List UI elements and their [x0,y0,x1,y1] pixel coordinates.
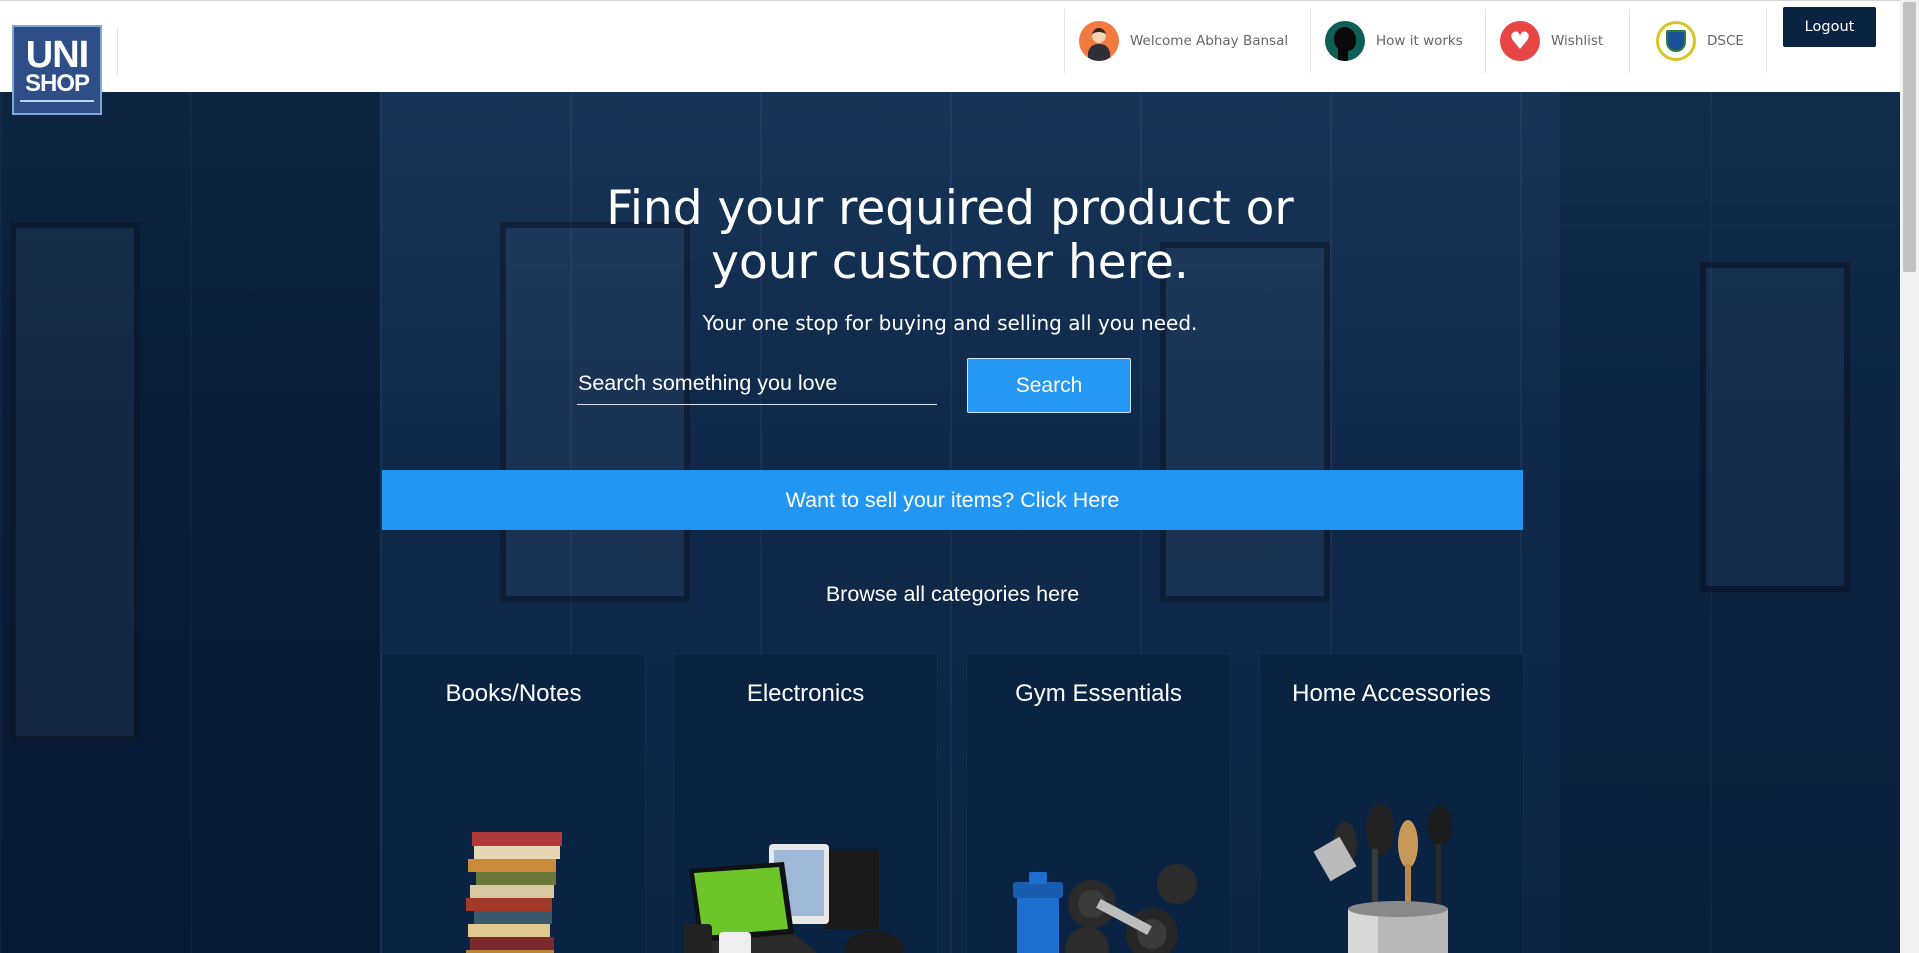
category-card-home[interactable]: Home Accessories [1260,654,1523,953]
browse-categories-heading: Browse all categories here [825,582,1080,606]
hero-title-line-1: Find your required product or [606,181,1294,236]
hero-section: Find your required product or your custo… [0,92,1900,953]
hero-title-line-2: your customer here. [711,235,1189,290]
kitchen-utensils-icon [1313,803,1452,953]
head-thinking-icon [1325,21,1365,61]
category-card-books[interactable]: Books/Notes [382,654,645,953]
scrollbar-thumb[interactable] [1903,2,1916,272]
sell-items-label: Want to sell your items? Click Here [785,487,1120,512]
background-window [10,222,140,742]
nav-welcome-user[interactable]: Welcome Abhay Bansal [1064,9,1310,73]
nav-divider [1766,9,1767,73]
logo-text-uni: UNI [25,34,89,76]
nav-how-it-works[interactable]: How it works [1310,9,1485,73]
college-emblem-icon [1656,21,1696,61]
nav-wishlist[interactable]: ♥ Wishlist [1485,9,1629,73]
category-card-electronics[interactable]: Electronics [674,654,937,953]
user-avatar-icon [1079,21,1119,61]
background-window [1160,242,1330,602]
logo-underline [20,100,94,102]
how-it-works-label: How it works [1376,33,1463,49]
unishop-logo[interactable]: UNI SHOP [12,25,102,115]
category-card-gym[interactable]: Gym Essentials [967,654,1230,953]
heart-icon: ♥ [1500,21,1540,61]
sell-items-button[interactable]: Want to sell your items? Click Here [382,470,1523,530]
category-title: Home Accessories [1292,680,1491,707]
logo-divider [117,28,118,76]
category-title: Books/Notes [445,680,582,707]
category-title: Gym Essentials [1015,680,1182,707]
background-wall-right [1560,92,1900,953]
logo-text-shop: SHOP [24,70,90,97]
electronics-icon [684,844,904,953]
books-stack-icon [466,832,562,953]
welcome-text: Welcome Abhay Bansal [1130,33,1289,49]
logout-button[interactable]: Logout [1783,7,1876,47]
top-navigation-bar: Welcome Abhay Bansal How it works ♥ Wish… [0,0,1900,93]
page-scrollbar[interactable] [1900,0,1919,953]
college-label: DSCE [1707,33,1744,49]
search-button[interactable]: Search [967,358,1131,413]
search-input[interactable] [577,363,937,405]
category-title: Electronics [746,680,865,707]
nav-college[interactable]: DSCE [1629,9,1766,73]
hero-subtitle: Your one stop for buying and selling all… [702,311,1198,335]
hero-title: Find your required product or your custo… [550,182,1350,290]
dumbbells-icon [1013,864,1197,953]
wishlist-label: Wishlist [1551,33,1604,49]
